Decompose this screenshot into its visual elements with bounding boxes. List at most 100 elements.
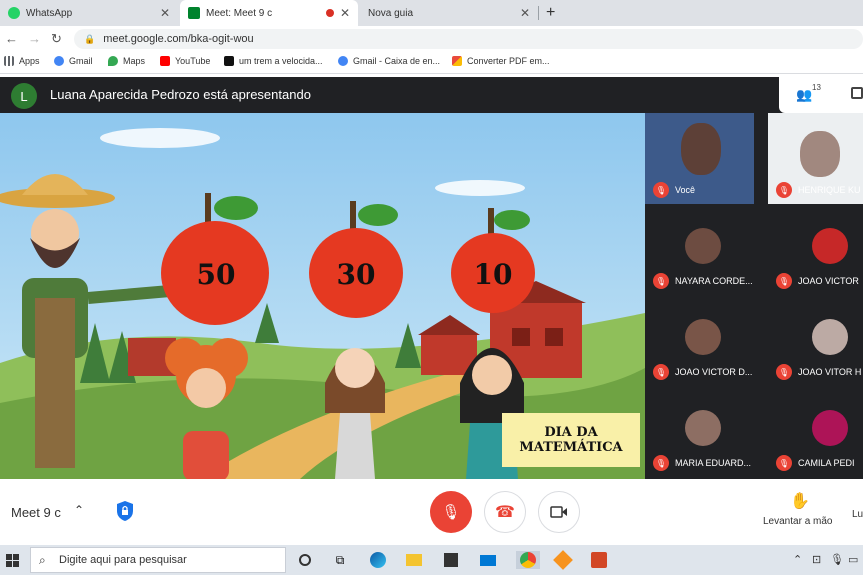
tab-nova-guia[interactable]: Nova guia ✕ bbox=[360, 0, 538, 26]
participant-tile[interactable]: 🎙 JOAO VICTOR bbox=[768, 204, 863, 295]
participant-tile[interactable]: 🎙 NAYARA CORDE... bbox=[645, 204, 754, 295]
address-bar: ← → ↻ 🔒 meet.google.com/bka-ogit-wou bbox=[0, 26, 863, 52]
app-icon[interactable] bbox=[553, 550, 573, 570]
mic-off-icon: 🎙 bbox=[441, 504, 461, 521]
close-icon[interactable]: ✕ bbox=[520, 6, 530, 20]
presenting-label: Luana Aparecida Pedrozo está apresentand… bbox=[50, 87, 311, 102]
presenter-avatar: L bbox=[11, 83, 37, 109]
participant-avatar bbox=[812, 228, 848, 264]
close-icon[interactable]: ✕ bbox=[340, 6, 350, 20]
mic-off-icon: 🎙 bbox=[653, 364, 669, 380]
search-icon: ⌕ bbox=[39, 553, 46, 567]
participant-tile[interactable]: 🎙 CAMILA PEDI bbox=[768, 386, 863, 477]
mic-off-icon: 🎙 bbox=[776, 182, 792, 198]
browser-tab-bar: WhatsApp ✕ Meet: Meet 9 c ✕ Nova guia ✕ … bbox=[0, 0, 863, 26]
presenter-bar: L Luana Aparecida Pedrozo está apresenta… bbox=[0, 77, 863, 113]
bookmark-label: Maps bbox=[123, 56, 146, 66]
bookmark-label: Converter PDF em... bbox=[467, 56, 550, 66]
participant-avatar bbox=[812, 410, 848, 446]
chat-icon[interactable] bbox=[851, 87, 863, 99]
camera-icon bbox=[550, 506, 567, 518]
apple-value: 30 bbox=[336, 258, 376, 291]
bookmarks-bar: Apps Gmail Maps YouTube um trem a veloci… bbox=[0, 52, 863, 74]
caption-line1: DIA DA bbox=[544, 425, 598, 440]
participant-name: NAYARA CORDE... bbox=[675, 276, 753, 286]
chevron-up-icon[interactable]: ⌃ bbox=[74, 503, 84, 517]
meet-icon bbox=[188, 7, 200, 19]
bookmark-youtube[interactable]: YouTube bbox=[160, 56, 210, 66]
google-icon bbox=[338, 56, 348, 66]
tab-label: Nova guia bbox=[368, 7, 414, 19]
participant-grid: 🎙 Você 🎙 HENRIQUE KU 🎙 NAYARA CORDE... 🎙… bbox=[645, 113, 863, 479]
recording-dot-icon bbox=[326, 9, 334, 17]
whatsapp-icon bbox=[8, 7, 20, 19]
tab-label: Meet: Meet 9 c bbox=[206, 7, 273, 19]
participant-name: Você bbox=[675, 185, 696, 195]
back-icon[interactable]: ← bbox=[5, 31, 18, 46]
tab-label: WhatsApp bbox=[26, 7, 73, 19]
reload-icon[interactable]: ↻ bbox=[51, 31, 62, 47]
windows-start-icon[interactable] bbox=[6, 554, 19, 567]
participant-name: CAMILA PEDI bbox=[798, 458, 855, 468]
bookmark-gmail-inbox[interactable]: Gmail - Caixa de en... bbox=[338, 56, 440, 66]
task-view-icon[interactable]: ⧉ bbox=[331, 551, 349, 569]
mic-toggle-button[interactable]: 🎙 bbox=[430, 491, 472, 533]
powerpoint-icon[interactable] bbox=[590, 551, 608, 569]
raise-hand-label[interactable]: Levantar a mão bbox=[763, 516, 833, 527]
battery-icon[interactable]: ▭ bbox=[848, 553, 858, 566]
participant-video bbox=[681, 123, 721, 175]
edge-icon[interactable] bbox=[369, 551, 387, 569]
people-icon[interactable]: 👥 bbox=[796, 87, 812, 103]
forward-icon[interactable]: → bbox=[28, 31, 41, 46]
tab-meet[interactable]: Meet: Meet 9 c ✕ bbox=[180, 0, 358, 26]
lock-icon: 🔒 bbox=[84, 33, 96, 44]
participant-tile[interactable]: 🎙 JOAO VITOR H bbox=[768, 295, 863, 386]
caption-line2: MATEMÁTICA bbox=[519, 440, 623, 455]
bookmark-label: um trem a velocida... bbox=[239, 56, 323, 66]
new-tab-button[interactable]: + bbox=[546, 4, 555, 22]
slide-caption: DIA DA MATEMÁTICA bbox=[502, 413, 640, 467]
people-count: 13 bbox=[812, 83, 821, 92]
maps-pin-icon bbox=[108, 56, 118, 66]
tab-whatsapp[interactable]: WhatsApp ✕ bbox=[0, 0, 178, 26]
shield-lock-icon[interactable] bbox=[116, 500, 134, 522]
network-icon[interactable]: ⊡ bbox=[812, 553, 821, 566]
mail-icon[interactable] bbox=[479, 551, 497, 569]
participant-video bbox=[800, 131, 840, 177]
participant-avatar bbox=[685, 228, 721, 264]
participant-tile[interactable]: 🎙 Você bbox=[645, 113, 754, 204]
store-icon[interactable] bbox=[442, 551, 460, 569]
close-icon[interactable]: ✕ bbox=[160, 6, 170, 20]
tab-divider bbox=[538, 6, 539, 20]
url-field[interactable]: 🔒 meet.google.com/bka-ogit-wou bbox=[74, 29, 863, 49]
leave-call-button[interactable]: ☎ bbox=[484, 491, 526, 533]
bookmark-label: Apps bbox=[19, 56, 40, 66]
participant-tile[interactable]: 🎙 MARIA EDUARD... bbox=[645, 386, 754, 477]
raise-hand-icon[interactable]: ✋ bbox=[790, 491, 810, 511]
bookmark-apps[interactable]: Apps bbox=[4, 56, 40, 66]
mic-off-icon: 🎙 bbox=[776, 364, 792, 380]
hang-up-icon: ☎ bbox=[495, 504, 515, 521]
participant-name: JOAO VICTOR bbox=[798, 276, 859, 286]
microphone-icon[interactable]: 🎙 bbox=[830, 553, 844, 566]
participant-name: JOAO VICTOR D... bbox=[675, 367, 753, 377]
camera-toggle-button[interactable] bbox=[538, 491, 580, 533]
chrome-icon[interactable] bbox=[516, 551, 540, 569]
bookmark-maps[interactable]: Maps bbox=[108, 56, 145, 66]
truncated-label[interactable]: Lu bbox=[852, 509, 863, 520]
participant-avatar bbox=[685, 410, 721, 446]
participant-tile[interactable]: 🎙 JOAO VICTOR D... bbox=[645, 295, 754, 386]
participant-avatar bbox=[685, 319, 721, 355]
bookmark-trem[interactable]: um trem a velocida... bbox=[224, 56, 323, 66]
participant-tile[interactable]: 🎙 HENRIQUE KU bbox=[768, 113, 863, 204]
apple-value: 50 bbox=[196, 258, 236, 291]
taskbar-search-input[interactable]: ⌕ Digite aqui para pesquisar bbox=[30, 547, 286, 573]
chevron-up-icon[interactable]: ⌃ bbox=[793, 553, 802, 566]
mic-off-icon: 🎙 bbox=[653, 455, 669, 471]
bookmark-gmail[interactable]: Gmail bbox=[54, 56, 93, 66]
windows-taskbar: ⌕ Digite aqui para pesquisar ⧉ ⌃ ⊡ 🎙 ▭ bbox=[0, 545, 863, 575]
apple-value: 10 bbox=[473, 258, 513, 291]
cortana-icon[interactable] bbox=[296, 551, 314, 569]
bookmark-converter-pdf[interactable]: Converter PDF em... bbox=[452, 56, 550, 66]
file-explorer-icon[interactable] bbox=[405, 551, 423, 569]
